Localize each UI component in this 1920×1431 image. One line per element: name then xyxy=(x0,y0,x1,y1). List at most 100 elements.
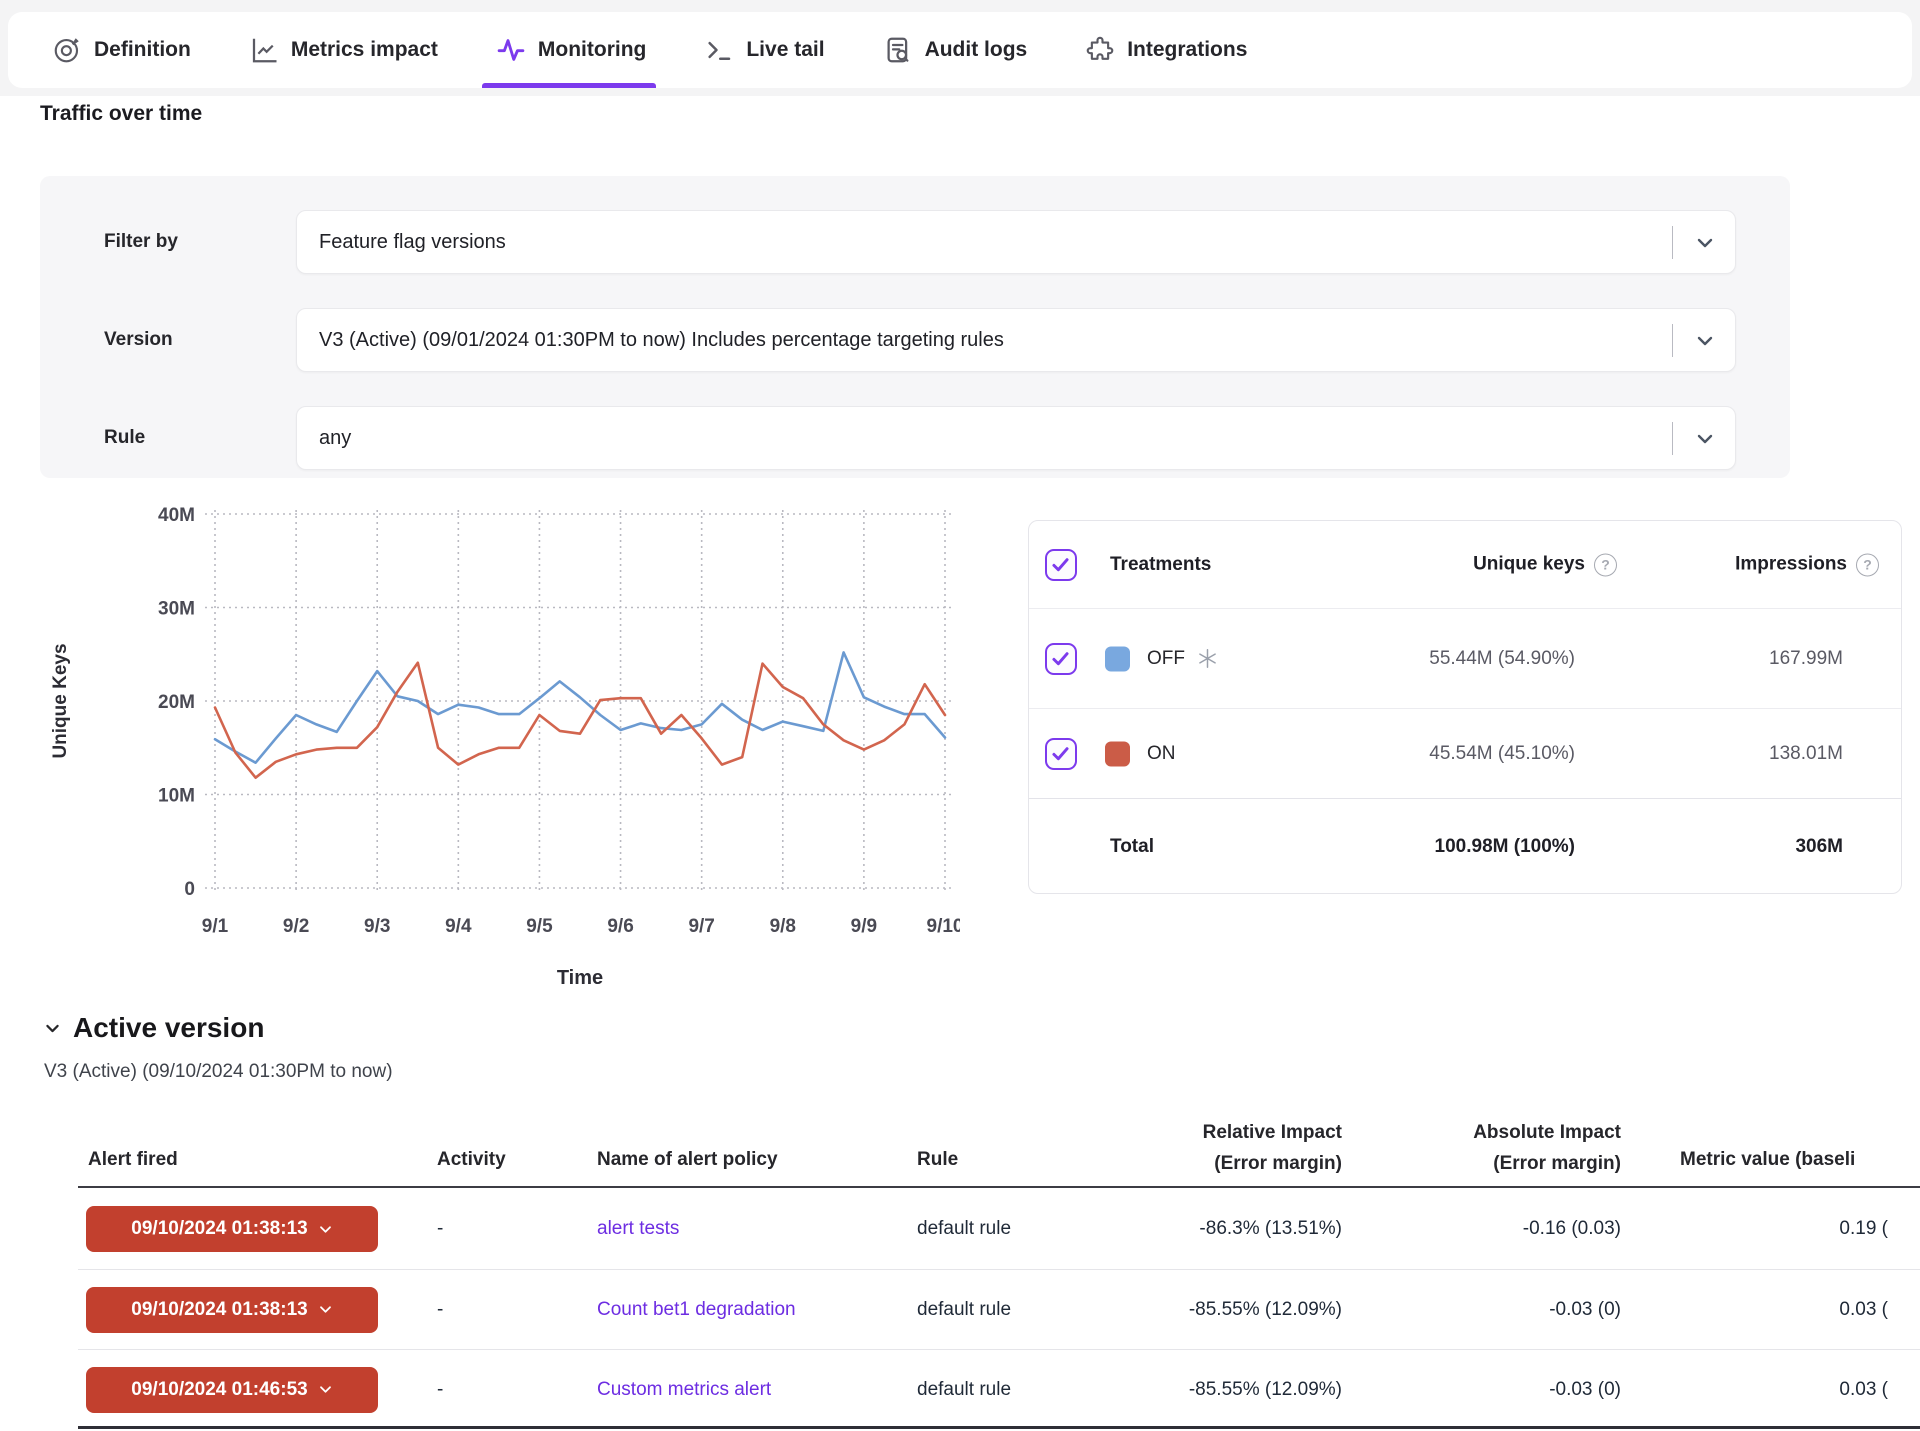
filter-by-value: Feature flag versions xyxy=(319,211,506,273)
chevron-down-icon[interactable] xyxy=(1695,233,1715,253)
col-metric-value: Metric value (baseli xyxy=(1680,1149,1855,1171)
live-tail-icon xyxy=(704,35,734,65)
activity-cell: - xyxy=(437,1218,443,1240)
rule-value: any xyxy=(319,407,351,469)
col-rule: Rule xyxy=(917,1149,958,1171)
tab-metrics-impact[interactable]: Metrics impact xyxy=(249,12,438,88)
alert-policy-link[interactable]: Custom metrics alert xyxy=(597,1379,771,1401)
tab-definition[interactable]: Definition xyxy=(52,12,191,88)
on-unique-keys: 45.54M (45.10%) xyxy=(1255,743,1575,765)
off-impressions: 167.99M xyxy=(1603,648,1843,670)
off-unique-keys: 55.44M (54.90%) xyxy=(1255,648,1575,670)
tab-live-tail[interactable]: Live tail xyxy=(704,12,824,88)
on-checkbox[interactable] xyxy=(1045,738,1077,770)
svg-text:9/1: 9/1 xyxy=(202,916,229,937)
version-value: V3 (Active) (09/01/2024 01:30PM to now) … xyxy=(319,309,1004,371)
col-alert-fired: Alert fired xyxy=(88,1149,178,1171)
alert-fired-badge[interactable]: 09/10/2024 01:38:13 xyxy=(86,1287,378,1333)
impressions-header: Impressions ? xyxy=(1735,553,1879,576)
svg-text:9/3: 9/3 xyxy=(364,916,390,937)
version-label: Version xyxy=(104,308,173,372)
absolute-impact-cell: -0.03 (0) xyxy=(1418,1299,1621,1321)
svg-text:9/6: 9/6 xyxy=(607,916,633,937)
svg-text:9/4: 9/4 xyxy=(445,916,472,937)
table-row: 09/10/2024 01:46:53 - Custom metrics ale… xyxy=(78,1349,1920,1429)
svg-text:10M: 10M xyxy=(158,786,195,807)
filter-panel: Filter by Feature flag versions Version … xyxy=(40,176,1790,478)
tab-audit-logs[interactable]: Audit logs xyxy=(883,12,1028,88)
rule-dropdown[interactable]: any xyxy=(296,406,1736,470)
alert-policy-link[interactable]: alert tests xyxy=(597,1218,679,1240)
version-dropdown[interactable]: V3 (Active) (09/01/2024 01:30PM to now) … xyxy=(296,308,1736,372)
table-header-divider xyxy=(78,1186,1920,1188)
rule-label: Rule xyxy=(104,406,145,470)
filter-row-filter-by: Filter by Feature flag versions xyxy=(40,210,1790,274)
svg-text:20M: 20M xyxy=(158,692,195,713)
absolute-impact-cell: -0.16 (0.03) xyxy=(1418,1218,1621,1240)
svg-text:Unique Keys: Unique Keys xyxy=(50,643,71,758)
filter-by-label: Filter by xyxy=(104,210,178,274)
metric-value-cell: 0.03 ( xyxy=(1698,1379,1888,1401)
total-unique-keys: 100.98M (100%) xyxy=(1255,836,1575,858)
active-version-header[interactable]: Active version xyxy=(44,1012,264,1044)
svg-text:9/5: 9/5 xyxy=(526,916,553,937)
col-absolute-impact: Absolute Impact (Error margin) xyxy=(1361,1117,1621,1179)
table-bottom-divider xyxy=(78,1426,1920,1429)
tab-label: Metrics impact xyxy=(291,38,438,62)
activity-cell: - xyxy=(437,1379,443,1401)
alert-fired-badge[interactable]: 09/10/2024 01:46:53 xyxy=(86,1367,378,1413)
relative-impact-cell: -86.3% (13.51%) xyxy=(1118,1218,1342,1240)
chevron-down-icon xyxy=(318,1222,333,1237)
total-label: Total xyxy=(1110,836,1154,858)
alert-fired-badge[interactable]: 09/10/2024 01:38:13 xyxy=(86,1206,378,1252)
legend-row-off: OFF 55.44M (54.90%) 167.99M xyxy=(1029,609,1901,709)
chevron-down-icon[interactable] xyxy=(1695,331,1715,351)
metric-value-cell: 0.19 ( xyxy=(1698,1218,1888,1240)
integrations-icon xyxy=(1085,35,1115,65)
page-title: Traffic over time xyxy=(40,102,202,126)
divider xyxy=(1672,226,1673,259)
alerts-table: Alert fired Activity Name of alert polic… xyxy=(78,1095,1920,1431)
off-checkbox[interactable] xyxy=(1045,643,1077,675)
svg-text:9/10: 9/10 xyxy=(927,916,960,937)
tab-label: Monitoring xyxy=(538,38,646,62)
tab-monitoring[interactable]: Monitoring xyxy=(496,12,646,88)
rule-cell: default rule xyxy=(917,1218,1011,1240)
active-version-subtitle: V3 (Active) (09/10/2024 01:30PM to now) xyxy=(44,1061,393,1083)
rule-cell: default rule xyxy=(917,1379,1011,1401)
treatments-select-all-checkbox[interactable] xyxy=(1045,549,1077,581)
off-label: OFF xyxy=(1147,648,1218,670)
alert-policy-link[interactable]: Count bet1 degradation xyxy=(597,1299,796,1321)
svg-text:9/7: 9/7 xyxy=(688,916,714,937)
tab-bar: Definition Metrics impact Monitoring Liv… xyxy=(8,12,1912,88)
tab-label: Audit logs xyxy=(925,38,1028,62)
svg-text:40M: 40M xyxy=(158,505,195,526)
filter-row-version: Version V3 (Active) (09/01/2024 01:30PM … xyxy=(40,308,1790,372)
col-activity: Activity xyxy=(437,1149,506,1171)
on-label: ON xyxy=(1147,743,1176,765)
active-version-title: Active version xyxy=(73,1012,264,1044)
divider xyxy=(1672,324,1673,357)
svg-text:9/8: 9/8 xyxy=(770,916,796,937)
audit-logs-icon xyxy=(883,35,913,65)
activity-cell: - xyxy=(437,1299,443,1321)
on-impressions: 138.01M xyxy=(1603,743,1843,765)
relative-impact-cell: -85.55% (12.09%) xyxy=(1118,1379,1342,1401)
filter-by-dropdown[interactable]: Feature flag versions xyxy=(296,210,1736,274)
monitoring-icon xyxy=(496,35,526,65)
help-icon[interactable]: ? xyxy=(1856,553,1879,576)
traffic-line-chart: 010M20M30M40M9/19/29/39/49/59/69/79/89/9… xyxy=(50,500,960,992)
chevron-down-icon[interactable] xyxy=(1695,429,1715,449)
chevron-down-icon xyxy=(318,1382,333,1397)
col-relative-impact: Relative Impact (Error margin) xyxy=(1082,1117,1342,1179)
filter-row-rule: Rule any xyxy=(40,406,1790,470)
metrics-impact-icon xyxy=(249,35,279,65)
tab-integrations[interactable]: Integrations xyxy=(1085,12,1247,88)
help-icon[interactable]: ? xyxy=(1594,553,1617,576)
divider xyxy=(1672,422,1673,455)
svg-text:Time: Time xyxy=(557,967,603,989)
svg-text:9/9: 9/9 xyxy=(851,916,877,937)
rule-cell: default rule xyxy=(917,1299,1011,1321)
table-row: 09/10/2024 01:38:13 - alert tests defaul… xyxy=(78,1189,1920,1269)
chevron-down-icon xyxy=(318,1302,333,1317)
